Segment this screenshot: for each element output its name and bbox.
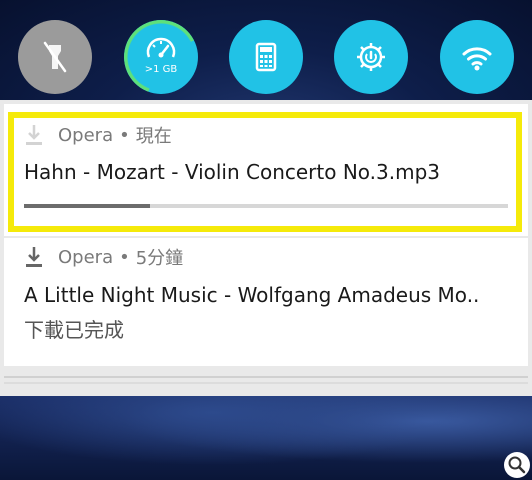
download-icon bbox=[26, 125, 42, 145]
data-usage-toggle[interactable]: >1 GB bbox=[124, 20, 198, 94]
calculator-toggle[interactable] bbox=[229, 20, 303, 94]
notification-header: Opera • 5分鐘 bbox=[24, 244, 183, 270]
quick-settings-row: >1 GB bbox=[0, 0, 532, 112]
gear-power-icon bbox=[357, 43, 385, 71]
calculator-icon bbox=[255, 42, 277, 72]
flashlight-off-icon bbox=[43, 41, 67, 73]
zoom-button[interactable] bbox=[504, 452, 530, 478]
notification-title: Hahn - Mozart - Violin Concerto No.3.mp3 bbox=[24, 160, 441, 184]
magnifier-icon bbox=[508, 456, 526, 474]
notification-status: 下載已完成 bbox=[24, 318, 124, 342]
wifi-icon bbox=[462, 47, 492, 71]
notification-header: Opera • 現在 bbox=[24, 122, 172, 148]
separator-dot: • bbox=[119, 246, 130, 268]
separator-dot: • bbox=[119, 124, 130, 146]
flashlight-toggle[interactable] bbox=[18, 20, 92, 94]
wifi-toggle[interactable] bbox=[440, 20, 514, 94]
notification-time: 5分鐘 bbox=[135, 248, 184, 269]
download-icon bbox=[26, 247, 42, 267]
data-usage-label: >1 GB bbox=[144, 64, 178, 75]
notification-time: 現在 bbox=[135, 126, 172, 147]
wallpaper-bottom bbox=[0, 396, 532, 480]
app-name: Opera bbox=[58, 124, 114, 146]
divider bbox=[4, 376, 528, 378]
divider bbox=[4, 382, 528, 384]
app-name: Opera bbox=[58, 246, 114, 268]
notification-title: A Little Night Music - Wolfgang Amadeus … bbox=[24, 283, 480, 307]
power-saving-toggle[interactable] bbox=[334, 20, 408, 94]
download-progress-fill bbox=[24, 204, 150, 208]
download-progress-bar bbox=[24, 204, 508, 208]
